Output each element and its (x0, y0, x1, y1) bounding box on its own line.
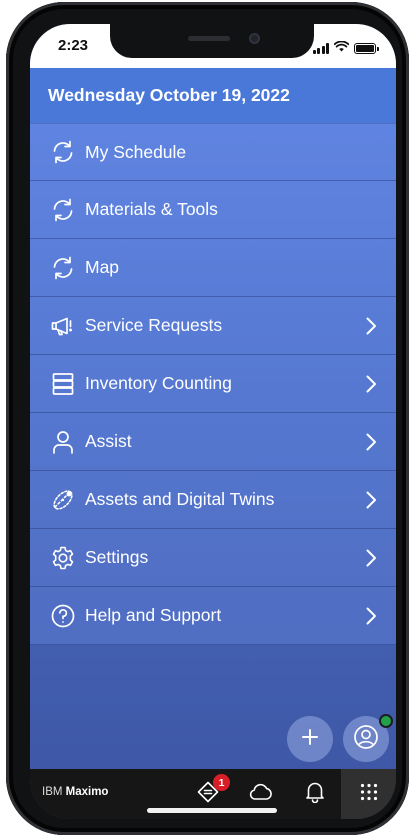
phone-frame: 2:23 Wednesday October 19, 2022 My Sched… (6, 2, 409, 835)
wifi-icon (333, 39, 350, 57)
menu-item-label: Inventory Counting (85, 373, 232, 393)
cloud-icon (249, 783, 273, 806)
chevron-right-icon (362, 607, 380, 625)
add-button[interactable] (287, 716, 333, 762)
notification-badge: 1 (213, 774, 230, 791)
user-avatar-icon (353, 724, 379, 755)
menu-item-settings[interactable]: Settings (30, 529, 396, 587)
brand-name: Maximo (65, 786, 109, 798)
menu-item-label: Assets and Digital Twins (85, 489, 275, 509)
chevron-right-icon (362, 549, 380, 567)
notch (110, 24, 314, 58)
front-camera (249, 33, 260, 44)
sync-icon (49, 254, 77, 282)
menu-item-label: Materials & Tools (85, 199, 218, 219)
battery-icon (354, 42, 379, 54)
cellular-signal-icon (312, 42, 329, 54)
chevron-right-icon (362, 375, 380, 393)
speaker-grille (188, 36, 230, 41)
menu-item-my-schedule[interactable]: My Schedule (30, 123, 396, 181)
navigation-menu: My Schedule Materials & Tools Map Servic… (30, 123, 396, 645)
status-time: 2:23 (58, 37, 89, 54)
menu-item-materials-tools[interactable]: Materials & Tools (30, 181, 396, 239)
date-header: Wednesday October 19, 2022 (30, 68, 396, 123)
menu-item-inventory-counting[interactable]: Inventory Counting (30, 355, 396, 413)
user-icon (49, 428, 77, 456)
online-status-indicator (379, 714, 393, 728)
megaphone-icon (49, 312, 77, 340)
profile-button[interactable] (343, 714, 393, 762)
menu-item-map[interactable]: Map (30, 239, 396, 297)
menu-item-label: Service Requests (85, 315, 223, 335)
gear-icon (49, 544, 77, 572)
menu-item-label: Assist (85, 431, 132, 451)
menu-item-assist[interactable]: Assist (30, 413, 396, 471)
app-screen: 2:23 Wednesday October 19, 2022 My Sched… (30, 24, 396, 819)
home-indicator[interactable] (147, 808, 277, 813)
app-grid-icon (360, 783, 378, 806)
help-icon (49, 602, 77, 630)
page-title: Wednesday October 19, 2022 (48, 85, 290, 105)
sync-icon (49, 138, 77, 166)
asset-icon (49, 486, 77, 514)
chevron-right-icon (362, 491, 380, 509)
storage-icon (49, 370, 77, 398)
sync-icon (49, 196, 77, 224)
menu-item-help-support[interactable]: Help and Support (30, 587, 396, 645)
menu-item-label: Settings (85, 547, 149, 567)
menu-item-label: Help and Support (85, 605, 222, 625)
plus-icon (301, 728, 319, 751)
menu-item-service-requests[interactable]: Service Requests (30, 297, 396, 355)
status-icons (312, 39, 379, 57)
menu-item-label: My Schedule (85, 141, 187, 162)
brand-prefix: IBM (42, 786, 66, 798)
brand-logo: IBM Maximo (42, 786, 108, 798)
tab-app-switcher[interactable] (341, 769, 396, 819)
status-bar: 2:23 (30, 24, 396, 68)
bell-icon (305, 781, 325, 808)
chevron-right-icon (362, 433, 380, 451)
menu-item-label: Map (85, 257, 120, 277)
chevron-right-icon (362, 317, 380, 335)
tab-notifications[interactable] (293, 769, 337, 819)
menu-item-assets-digital-twins[interactable]: Assets and Digital Twins (30, 471, 396, 529)
